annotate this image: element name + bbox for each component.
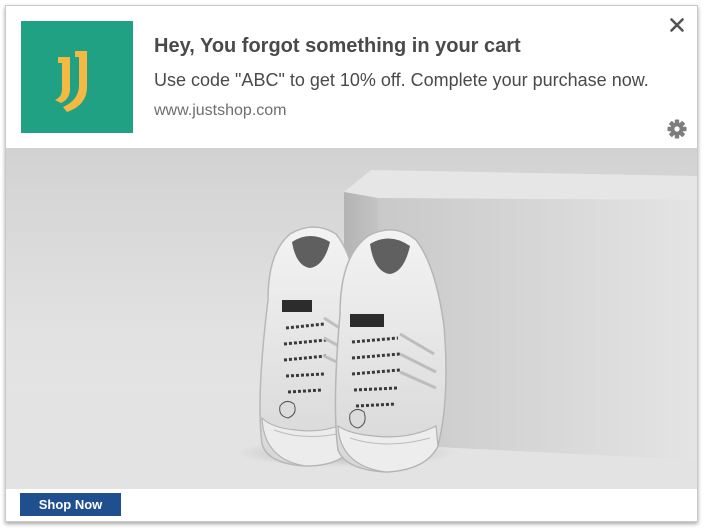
product-hero-image[interactable] xyxy=(6,148,697,489)
settings-button[interactable] xyxy=(666,118,688,140)
close-button[interactable] xyxy=(667,14,687,36)
notification-title: Hey, You forgot something in your cart xyxy=(154,35,521,57)
notification-header: Hey, You forgot something in your cart U… xyxy=(6,6,697,148)
push-notification-card[interactable]: Hey, You forgot something in your cart U… xyxy=(5,5,698,522)
close-icon xyxy=(670,18,684,32)
gear-icon xyxy=(667,119,687,139)
logo-j-icon xyxy=(55,51,87,112)
app-logo xyxy=(21,21,133,133)
notification-footer: Shop Now xyxy=(6,489,697,521)
right-sneaker xyxy=(334,229,447,473)
shop-now-button[interactable]: Shop Now xyxy=(20,493,121,516)
sneakers-product-image xyxy=(6,148,697,489)
notification-site-url: www.justshop.com xyxy=(154,102,287,119)
notification-message: Use code "ABC" to get 10% off. Complete … xyxy=(154,70,649,90)
